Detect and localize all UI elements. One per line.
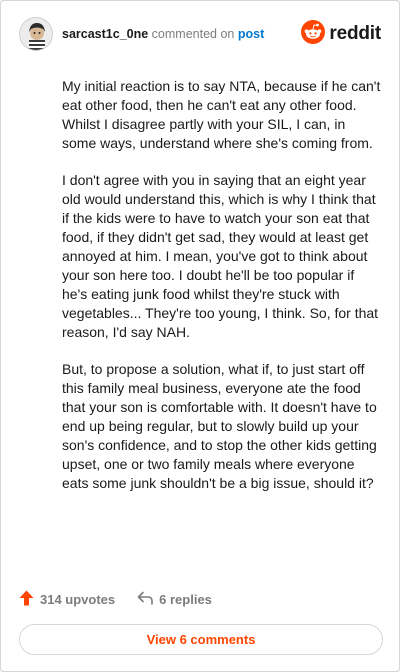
username[interactable]: sarcast1c_0ne (62, 27, 148, 41)
brand-logo[interactable]: reddit (301, 19, 381, 49)
reply-arrow-icon (137, 591, 159, 608)
upvote-arrow-icon (19, 590, 40, 609)
upvote-count: 314 upvotes (40, 592, 116, 607)
view-comments-button[interactable]: View 6 comments (19, 624, 383, 655)
upvote-button[interactable]: 314 upvotes (19, 590, 115, 609)
replies-button[interactable]: 6 replies (137, 591, 212, 608)
action-text: commented on (151, 27, 235, 41)
comment-paragraph: But, to propose a solution, what if, to … (62, 361, 377, 491)
comment-paragraph: I don't agree with you in saying that an… (62, 172, 379, 340)
comment-paragraph: My initial reaction is to say NTA, becau… (62, 78, 381, 151)
brand-wordmark: reddit (329, 23, 381, 44)
comment-header: sarcast1c_0ne commented on post reddit (19, 17, 381, 51)
post-link[interactable]: post (238, 27, 264, 41)
comment-actions: 314 upvotes 6 replies (19, 590, 212, 609)
reply-count: 6 replies (159, 592, 212, 607)
byline: sarcast1c_0ne commented on post (62, 26, 264, 42)
reddit-logo-icon (301, 19, 326, 49)
comment-card: sarcast1c_0ne commented on post reddit M… (0, 0, 400, 672)
comment-body: My initial reaction is to say NTA, becau… (62, 77, 382, 511)
user-avatar[interactable] (19, 17, 53, 51)
